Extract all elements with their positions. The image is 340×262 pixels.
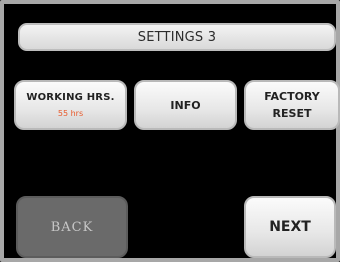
back-button-label: BACK bbox=[50, 219, 94, 235]
page-title: SETTINGS 3 bbox=[18, 23, 336, 51]
working-hours-value: 55 hrs bbox=[57, 109, 84, 118]
next-button-label: NEXT bbox=[269, 219, 311, 235]
screen: SETTINGS 3 WORKING HRS. 55 hrs INFO FACT… bbox=[0, 0, 340, 262]
back-button[interactable]: BACK bbox=[16, 196, 128, 258]
next-button[interactable]: NEXT bbox=[244, 196, 336, 258]
factory-reset-button[interactable]: FACTORY RESET bbox=[244, 80, 340, 130]
info-button-label: INFO bbox=[170, 98, 201, 112]
factory-reset-label-line1: FACTORY bbox=[264, 90, 320, 103]
working-hours-label: WORKING HRS. bbox=[26, 92, 115, 103]
working-hours-button[interactable]: WORKING HRS. 55 hrs bbox=[14, 80, 127, 130]
info-button[interactable]: INFO bbox=[134, 80, 237, 130]
factory-reset-label-line2: RESET bbox=[272, 107, 312, 120]
